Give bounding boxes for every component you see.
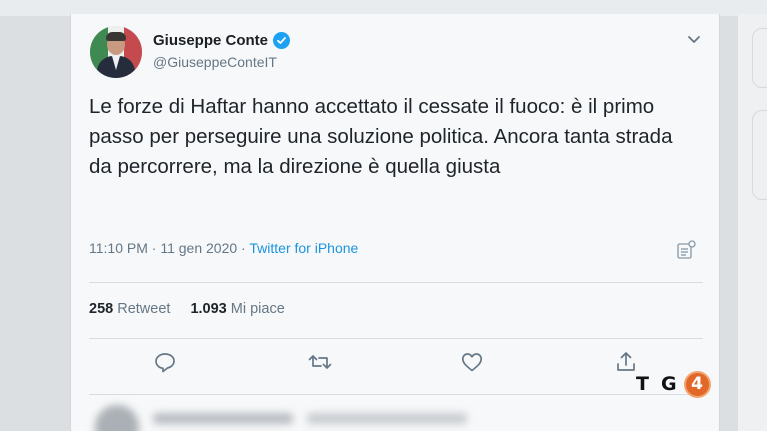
logo-letter-t: T — [636, 373, 649, 395]
divider — [89, 394, 703, 395]
tg4-logo: T G 4 — [636, 368, 711, 400]
divider — [89, 338, 703, 339]
reply-icon[interactable] — [153, 350, 179, 376]
retweet-stat-label: Retweet — [117, 301, 171, 317]
like-stat-label: Mi piace — [230, 301, 285, 317]
blurred-text — [307, 413, 467, 424]
right-sidebar — [738, 14, 767, 431]
meta-separator: · — [237, 240, 250, 256]
author-handle[interactable]: @GiuseppeConteIT — [153, 54, 277, 70]
divider — [89, 282, 703, 283]
tweet-card: Giuseppe Conte @GiuseppeConteIT Le forze… — [70, 14, 720, 431]
verified-badge-icon — [273, 32, 291, 49]
analytics-icon[interactable] — [675, 239, 697, 261]
tweet-stats: 258 Retweet 1.093 Mi piace — [89, 301, 285, 317]
retweet-icon[interactable] — [307, 350, 333, 376]
like-stat[interactable]: 1.093 Mi piace — [190, 301, 284, 317]
sidebar-box — [752, 110, 767, 200]
tweet-meta: 11:10 PM · 11 gen 2020 · Twitter for iPh… — [89, 240, 358, 256]
sidebar-box — [752, 28, 767, 88]
author-row: Giuseppe Conte — [153, 32, 291, 49]
blurred-text — [153, 413, 293, 424]
avatar[interactable] — [90, 26, 142, 78]
chevron-down-icon[interactable] — [685, 30, 703, 48]
blurred-reply-row — [71, 399, 721, 431]
logo-letter-g: G — [660, 373, 677, 395]
retweet-stat[interactable]: 258 Retweet — [89, 301, 170, 317]
author-name[interactable]: Giuseppe Conte — [153, 32, 268, 49]
tweet-text: Le forze di Haftar hanno accettato il ce… — [89, 95, 673, 178]
meta-separator: · — [147, 240, 161, 256]
blurred-avatar — [95, 405, 139, 431]
tweet-actions — [151, 350, 671, 376]
tweet-source-link[interactable]: Twitter for iPhone — [249, 240, 358, 256]
tweet-time[interactable]: 11:10 PM — [89, 240, 148, 256]
retweet-count: 258 — [89, 301, 114, 317]
like-count: 1.093 — [190, 301, 227, 317]
like-icon[interactable] — [460, 350, 486, 376]
tweet-date[interactable]: 11 gen 2020 — [160, 240, 237, 256]
avatar-hair — [106, 32, 126, 41]
logo-number-4: 4 — [683, 370, 711, 398]
